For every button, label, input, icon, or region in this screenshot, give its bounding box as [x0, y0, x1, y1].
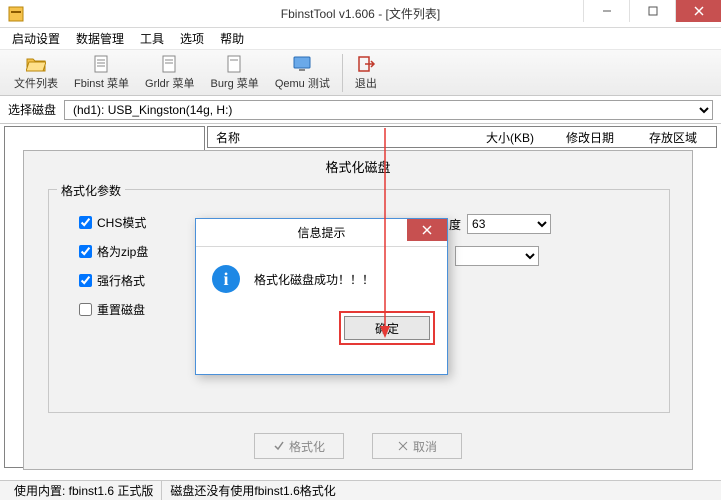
toolbar-exit[interactable]: 退出: [347, 52, 385, 93]
chk-chs[interactable]: CHS模式: [79, 214, 148, 231]
other-row: [449, 246, 551, 266]
exit-icon: [356, 54, 376, 74]
cancel-button[interactable]: 取消: [372, 433, 462, 459]
group-label: 格式化参数: [57, 182, 125, 199]
msgbox-titlebar: 信息提示: [196, 219, 447, 247]
chk-chs-box[interactable]: [79, 216, 92, 229]
toolbar-burg-menu[interactable]: Burg 菜单: [203, 52, 267, 93]
toolbar: 文件列表 Fbinst 菜单 Grldr 菜单 Burg 菜单 Qemu 测试 …: [0, 50, 721, 96]
chk-zip-box[interactable]: [79, 245, 92, 258]
statusbar: 使用内置: fbinst1.6 正式版 磁盘还没有使用fbinst1.6格式化: [0, 480, 721, 500]
ok-highlight: 确定: [339, 311, 435, 345]
status-right: 磁盘还没有使用fbinst1.6格式化: [162, 481, 343, 500]
msgbox-text: 格式化磁盘成功！！！: [254, 271, 374, 288]
toolbar-qemu-test[interactable]: Qemu 测试: [267, 52, 338, 93]
chk-zip[interactable]: 格为zip盘: [79, 243, 148, 260]
th-date[interactable]: 修改日期: [550, 129, 630, 146]
document-icon: [225, 54, 245, 74]
other-select[interactable]: [455, 246, 539, 266]
menu-startup[interactable]: 启动设置: [4, 28, 68, 49]
menu-data[interactable]: 数据管理: [68, 28, 132, 49]
disk-select-row: 选择磁盘 (hd1): USB_Kingston(14g, H:): [0, 96, 721, 124]
info-messagebox: 信息提示 i 格式化磁盘成功！！！ 确定: [195, 218, 448, 375]
close-icon: [422, 225, 432, 235]
x-icon: [397, 440, 409, 452]
th-size[interactable]: 大小(KB): [454, 129, 534, 146]
chk-reset-box[interactable]: [79, 303, 92, 316]
toolbar-file-list[interactable]: 文件列表: [6, 52, 66, 93]
msgbox-title: 信息提示: [297, 224, 345, 241]
app-icon: [8, 6, 24, 22]
menubar: 启动设置 数据管理 工具 选项 帮助: [0, 28, 721, 50]
ok-button[interactable]: 确定: [344, 316, 430, 340]
degree-label: 度: [449, 216, 461, 233]
table-header: 名称 大小(KB) 修改日期 存放区域: [207, 126, 717, 148]
toolbar-fbinst-menu[interactable]: Fbinst 菜单: [66, 52, 137, 93]
menu-options[interactable]: 选项: [172, 28, 212, 49]
monitor-icon: [292, 54, 312, 74]
close-button[interactable]: [675, 0, 721, 22]
degree-select[interactable]: 63: [467, 214, 551, 234]
status-left: 使用内置: fbinst1.6 正式版: [6, 481, 162, 500]
minimize-button[interactable]: [583, 0, 629, 22]
folder-open-icon: [26, 54, 46, 74]
info-icon: i: [212, 265, 240, 293]
menu-tools[interactable]: 工具: [132, 28, 172, 49]
disk-select[interactable]: (hd1): USB_Kingston(14g, H:): [64, 100, 713, 120]
chk-force[interactable]: 强行格式: [79, 272, 148, 289]
degree-row: 度 63: [449, 214, 551, 234]
titlebar: FbinstTool v1.606 - [文件列表]: [0, 0, 721, 28]
toolbar-grldr-menu[interactable]: Grldr 菜单: [137, 52, 203, 93]
maximize-button[interactable]: [629, 0, 675, 22]
th-name[interactable]: 名称: [216, 129, 454, 146]
window-title: FbinstTool v1.606 - [文件列表]: [281, 5, 440, 22]
toolbar-separator: [342, 54, 343, 92]
th-area[interactable]: 存放区域: [638, 129, 708, 146]
format-button[interactable]: 格式化: [254, 433, 344, 459]
msgbox-close-button[interactable]: [407, 219, 447, 241]
document-icon: [160, 54, 180, 74]
menu-help[interactable]: 帮助: [212, 28, 252, 49]
format-title: 格式化磁盘: [24, 151, 692, 184]
check-icon: [273, 440, 285, 452]
document-icon: [92, 54, 112, 74]
chk-force-box[interactable]: [79, 274, 92, 287]
chk-reset[interactable]: 重置磁盘: [79, 301, 148, 318]
disk-select-label: 选择磁盘: [8, 101, 56, 118]
